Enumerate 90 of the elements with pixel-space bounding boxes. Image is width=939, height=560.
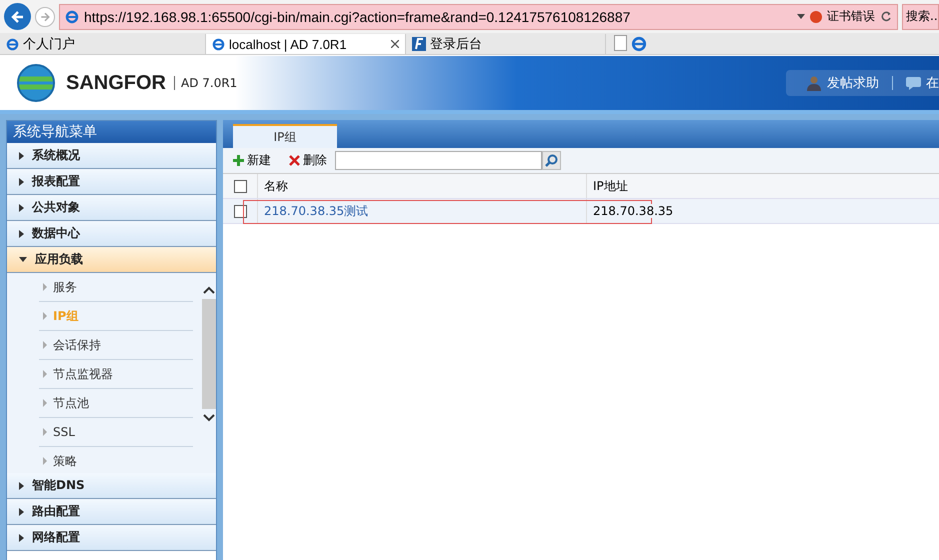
down-triangle-icon [19, 257, 27, 262]
browser-e-icon [6, 38, 19, 50]
row-checkbox[interactable] [234, 204, 246, 218]
globe-logo-icon [14, 63, 58, 103]
back-arrow-icon [10, 8, 26, 24]
search-icon [545, 154, 558, 167]
forward-arrow-icon [39, 10, 51, 22]
certificate-error-text[interactable]: 证书错误 [827, 8, 875, 25]
submenu-label: IP组 [53, 308, 78, 324]
right-triangle-icon [19, 152, 24, 160]
right-triangle-icon [19, 482, 24, 490]
submenu-label: 会话保持 [53, 336, 101, 354]
submenu-label: 策略 [53, 452, 77, 470]
person-icon [806, 75, 822, 91]
sidebar-item[interactable]: 数据中心 [7, 221, 216, 247]
new-button[interactable]: 新建 [233, 152, 271, 169]
table-cell[interactable]: 218.70.38.35测试 [257, 199, 586, 223]
right-triangle-icon [43, 399, 47, 407]
right-triangle-icon [19, 508, 24, 516]
sidebar-item[interactable]: 网络配置 [7, 525, 216, 551]
right-triangle-icon [43, 341, 47, 349]
column-header[interactable]: IP地址 [586, 174, 628, 198]
new-tab-icon[interactable] [614, 35, 627, 51]
sidebar-item[interactable]: 公共对象 [7, 195, 216, 221]
submenu-label: SSL [53, 425, 75, 439]
right-triangle-icon [43, 370, 47, 378]
submenu-item[interactable]: SSL [39, 418, 193, 447]
column-header[interactable]: 名称 [257, 174, 586, 198]
browser-e-icon[interactable] [631, 36, 647, 52]
sidebar-item[interactable]: 应用负载 [7, 247, 216, 273]
menu-label: 路由配置 [32, 503, 80, 520]
search-button[interactable] [542, 151, 561, 170]
submenu-item[interactable]: 节点监视器 [39, 360, 193, 389]
menu-label: 数据中心 [32, 225, 80, 242]
right-triangle-icon [19, 204, 24, 212]
submenu-label: 节点监视器 [53, 366, 113, 382]
browser-tab[interactable]: 登录后台 [406, 34, 606, 54]
back-button[interactable] [4, 3, 31, 30]
search-input[interactable] [335, 151, 542, 170]
delete-button[interactable]: 删除 [289, 152, 327, 169]
error-icon [810, 10, 822, 22]
sidebar-item[interactable]: 智能DNS [7, 473, 216, 499]
tab-title: localhost | AD 7.0R1 [229, 36, 347, 52]
version-label: AD 7.0R1 [174, 76, 238, 90]
right-triangle-icon [19, 230, 24, 238]
sidebar-item[interactable]: 路由配置 [7, 499, 216, 525]
right-triangle-icon [19, 534, 24, 542]
menu-label: 应用负载 [35, 251, 83, 268]
submenu-label: 节点池 [53, 394, 89, 412]
sidebar-title: 系统导航菜单 [7, 121, 216, 143]
content-tab[interactable]: IP组 [233, 124, 337, 148]
dropdown-caret-icon[interactable] [797, 14, 805, 20]
right-triangle-icon [43, 428, 47, 436]
help-link[interactable]: 发帖求助 [827, 74, 879, 92]
submenu-item[interactable]: 节点池 [39, 389, 193, 418]
address-bar[interactable]: https://192.168.98.1:65500/cgi-bin/main.cgi?action=frame&rand=0.12417576108126887 证书错误 [59, 4, 898, 30]
right-triangle-icon [43, 457, 47, 465]
sidebar-item[interactable]: 系统概况 [7, 143, 216, 169]
menu-label: 公共对象 [32, 199, 80, 216]
tab-title: 登录后台 [430, 35, 482, 53]
url-text: https://192.168.98.1:65500/cgi-bin/main.cgi?action=frame&rand=0.12417576108126887 [84, 8, 632, 24]
brand-name: SANGFOR [66, 72, 166, 94]
menu-label: 智能DNS [32, 477, 85, 494]
close-icon[interactable] [391, 40, 399, 48]
menu-label: 系统概况 [32, 147, 80, 164]
right-triangle-icon [19, 178, 24, 186]
browser-e-icon [65, 10, 79, 24]
browser-tab[interactable]: localhost | AD 7.0R1 [206, 34, 406, 54]
search-field[interactable]: 搜索... [902, 4, 939, 30]
menu-label: 网络配置 [32, 529, 80, 546]
table-cell: 218.70.38.35 [593, 204, 674, 218]
chevron-down-icon[interactable] [202, 413, 216, 423]
plus-icon [233, 155, 244, 166]
cross-icon [289, 155, 300, 166]
menu-label: 报表配置 [32, 173, 80, 190]
chevron-up-icon[interactable] [202, 285, 216, 295]
right-triangle-icon [43, 312, 47, 320]
browser-e-icon [212, 38, 225, 50]
refresh-icon[interactable] [880, 10, 892, 22]
submenu-item[interactable]: 服务 [39, 273, 193, 302]
right-triangle-icon [43, 283, 47, 291]
sidebar-item[interactable]: 报表配置 [7, 169, 216, 195]
scroll-thumb[interactable] [202, 299, 216, 409]
submenu-item[interactable]: 会话保持 [39, 331, 193, 360]
logo-icon [412, 37, 426, 51]
chat-bubble-icon [906, 76, 921, 90]
submenu-label: 服务 [53, 278, 77, 296]
header-link[interactable]: 在 [926, 74, 939, 92]
tab-title: 个人门户 [23, 35, 75, 53]
select-all-checkbox[interactable] [234, 180, 246, 192]
